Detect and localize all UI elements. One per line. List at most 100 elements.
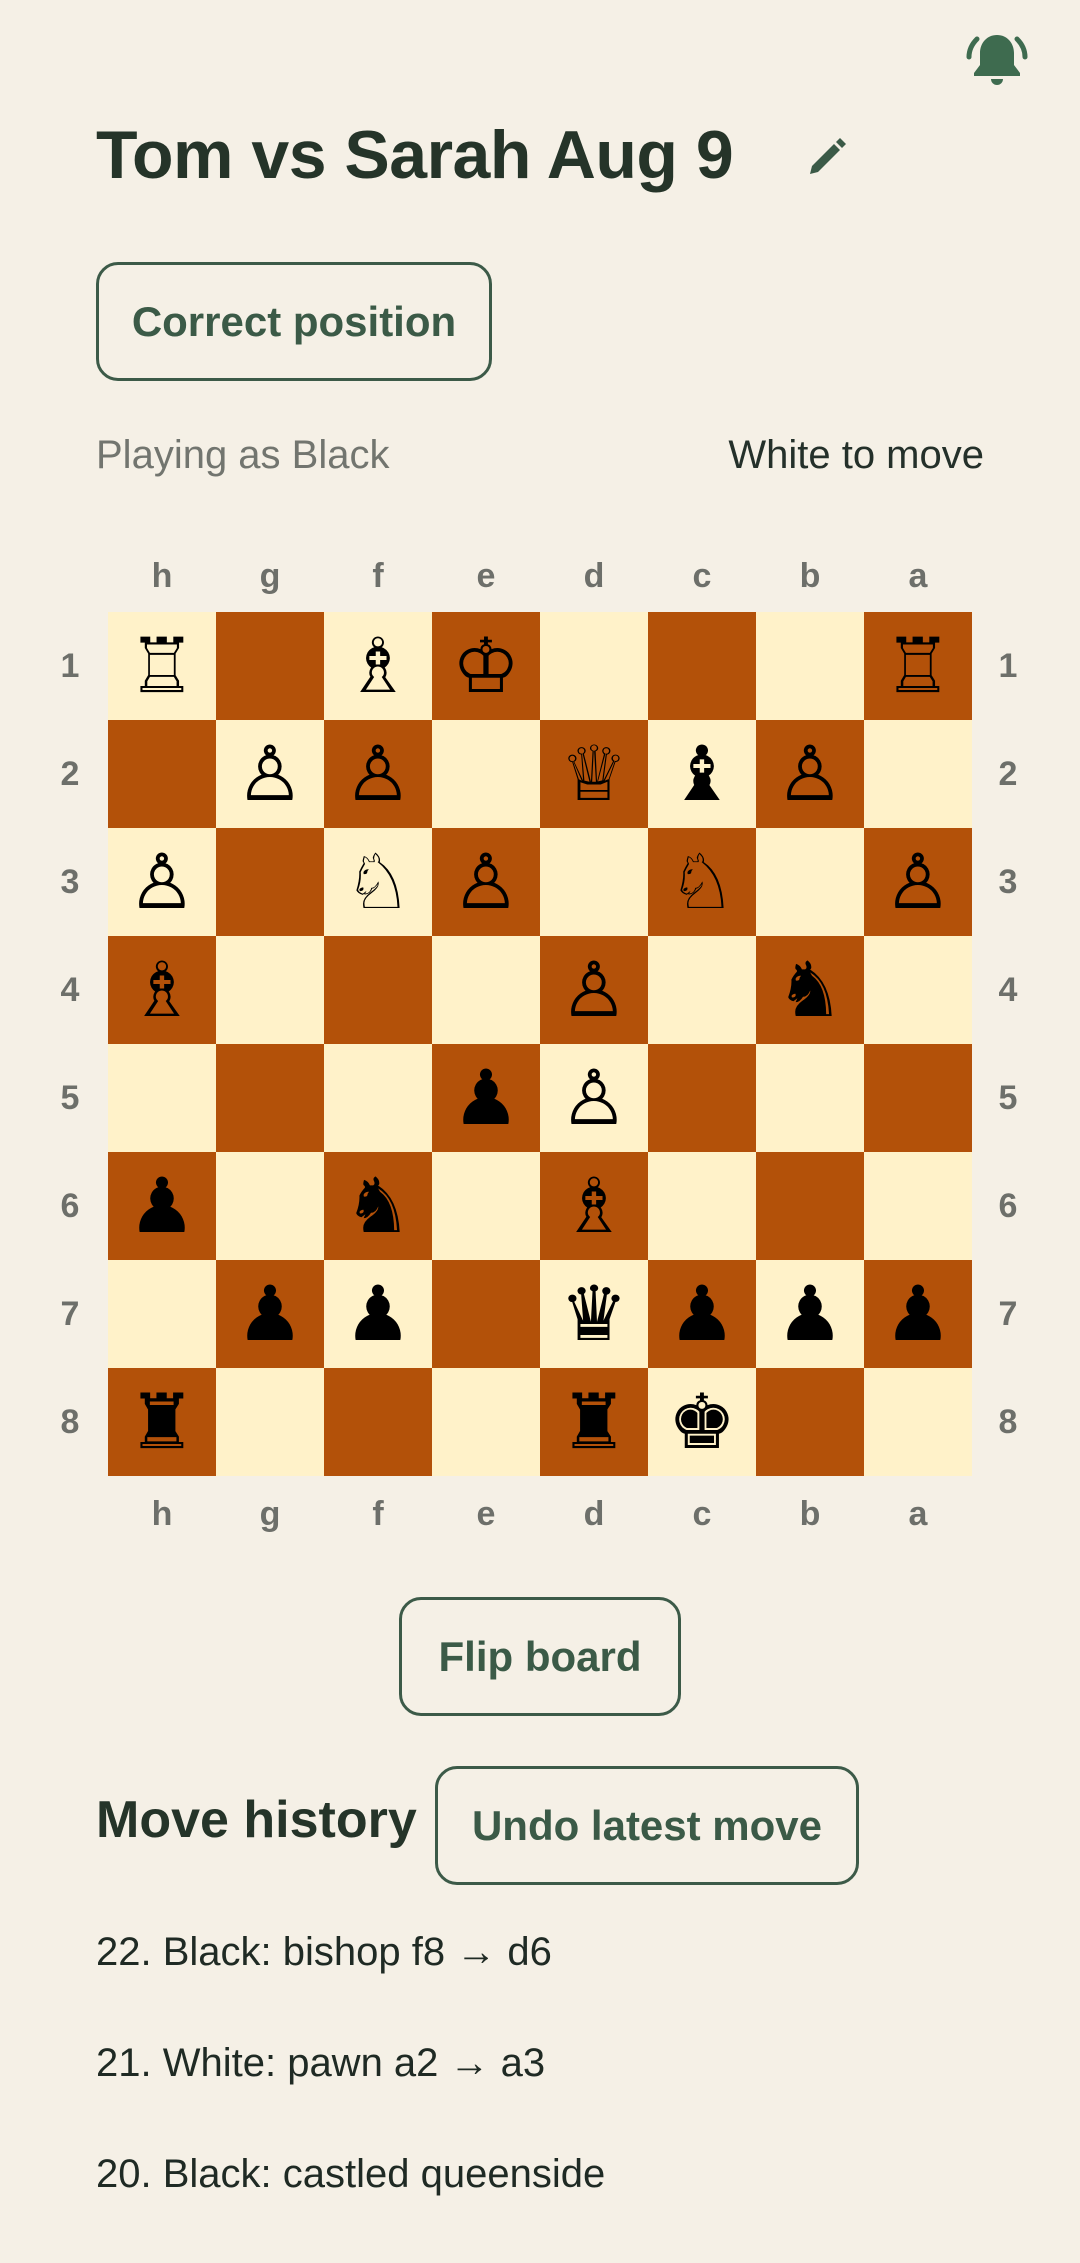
undo-latest-move-button[interactable]: Undo latest move: [435, 1766, 859, 1885]
chess-piece[interactable]: ♞: [344, 1168, 412, 1244]
board-square[interactable]: [324, 936, 432, 1044]
board-square[interactable]: ♚: [648, 1368, 756, 1476]
board-square[interactable]: ♛: [540, 1260, 648, 1368]
board-square[interactable]: [756, 828, 864, 936]
board-square[interactable]: [432, 1260, 540, 1368]
board-square[interactable]: ♟: [324, 1260, 432, 1368]
board-square[interactable]: [216, 1152, 324, 1260]
board-square[interactable]: [648, 612, 756, 720]
board-square[interactable]: [756, 1152, 864, 1260]
chess-piece[interactable]: ♕: [560, 736, 628, 812]
board-square[interactable]: [324, 1044, 432, 1152]
chess-piece[interactable]: ♞: [776, 952, 844, 1028]
chess-piece[interactable]: ♜: [560, 1384, 628, 1460]
chess-piece[interactable]: ♗: [128, 952, 196, 1028]
board-square[interactable]: [864, 936, 972, 1044]
chess-piece[interactable]: ♙: [452, 844, 520, 920]
board-square[interactable]: ♖: [108, 612, 216, 720]
chess-piece[interactable]: ♙: [128, 844, 196, 920]
board-square[interactable]: ♝: [648, 720, 756, 828]
board-square[interactable]: [864, 1152, 972, 1260]
chess-board[interactable]: ♖ ♗ ♔ ♖ ♙ ♙ ♕ ♝ ♙ ♙ ♘ ♙ ♘ ♙ ♗ ♙ ♞ ♟ ♙ ♟ ♞ ♗ ♟ ♟ ♛ ♟ ♟ ♟ ♜ ♜ ♚: [108, 612, 972, 1476]
board-square[interactable]: [864, 1044, 972, 1152]
chess-piece[interactable]: ♟: [668, 1276, 736, 1352]
board-square[interactable]: ♗: [540, 1152, 648, 1260]
chess-piece[interactable]: ♙: [236, 736, 304, 812]
chess-piece[interactable]: ♗: [344, 628, 412, 704]
board-square[interactable]: [648, 1152, 756, 1260]
chess-piece[interactable]: ♚: [668, 1384, 736, 1460]
board-square[interactable]: ♙: [540, 1044, 648, 1152]
board-square[interactable]: ♘: [324, 828, 432, 936]
board-square[interactable]: ♙: [216, 720, 324, 828]
chess-piece[interactable]: ♙: [560, 952, 628, 1028]
board-square[interactable]: [108, 1044, 216, 1152]
chess-piece[interactable]: ♟: [884, 1276, 952, 1352]
board-square[interactable]: [432, 720, 540, 828]
board-square[interactable]: [324, 1368, 432, 1476]
chess-piece[interactable]: ♔: [452, 628, 520, 704]
chess-piece[interactable]: ♙: [884, 844, 952, 920]
board-square[interactable]: ♟: [756, 1260, 864, 1368]
board-square[interactable]: ♙: [432, 828, 540, 936]
board-square[interactable]: [108, 1260, 216, 1368]
board-square[interactable]: ♙: [108, 828, 216, 936]
chess-piece[interactable]: ♖: [128, 628, 196, 704]
board-square[interactable]: [864, 720, 972, 828]
board-square[interactable]: ♙: [540, 936, 648, 1044]
chess-piece[interactable]: ♙: [560, 1060, 628, 1136]
board-square[interactable]: [648, 1044, 756, 1152]
board-square[interactable]: [216, 936, 324, 1044]
board-square[interactable]: ♟: [216, 1260, 324, 1368]
board-square[interactable]: ♙: [756, 720, 864, 828]
chess-piece[interactable]: ♙: [776, 736, 844, 812]
board-square[interactable]: [756, 1368, 864, 1476]
board-square[interactable]: [432, 1152, 540, 1260]
board-square[interactable]: ♗: [324, 612, 432, 720]
board-square[interactable]: ♟: [648, 1260, 756, 1368]
board-square[interactable]: ♞: [324, 1152, 432, 1260]
board-square[interactable]: [108, 720, 216, 828]
board-square[interactable]: ♟: [864, 1260, 972, 1368]
board-square[interactable]: [864, 1368, 972, 1476]
board-square[interactable]: ♘: [648, 828, 756, 936]
board-square[interactable]: ♙: [324, 720, 432, 828]
board-square[interactable]: ♟: [108, 1152, 216, 1260]
chess-piece[interactable]: ♙: [344, 736, 412, 812]
chess-piece[interactable]: ♘: [668, 844, 736, 920]
chess-piece[interactable]: ♝: [668, 736, 736, 812]
chess-piece[interactable]: ♜: [128, 1384, 196, 1460]
board-square[interactable]: ♞: [756, 936, 864, 1044]
chess-piece[interactable]: ♖: [884, 628, 952, 704]
board-square[interactable]: [540, 828, 648, 936]
chess-piece[interactable]: ♟: [344, 1276, 412, 1352]
board-square[interactable]: [216, 828, 324, 936]
board-square[interactable]: [756, 612, 864, 720]
board-square[interactable]: ♔: [432, 612, 540, 720]
chess-piece[interactable]: ♗: [560, 1168, 628, 1244]
board-square[interactable]: [216, 1368, 324, 1476]
board-square[interactable]: [216, 612, 324, 720]
board-square[interactable]: ♕: [540, 720, 648, 828]
flip-board-button[interactable]: Flip board: [399, 1597, 681, 1716]
correct-position-button[interactable]: Correct position: [96, 262, 492, 381]
chess-piece[interactable]: ♟: [128, 1168, 196, 1244]
board-square[interactable]: ♙: [864, 828, 972, 936]
board-square[interactable]: ♖: [864, 612, 972, 720]
board-square[interactable]: [432, 1368, 540, 1476]
board-square[interactable]: [648, 936, 756, 1044]
chess-piece[interactable]: ♟: [236, 1276, 304, 1352]
chess-piece[interactable]: ♟: [452, 1060, 520, 1136]
board-square[interactable]: ♜: [540, 1368, 648, 1476]
board-square[interactable]: [756, 1044, 864, 1152]
bell-icon[interactable]: [963, 25, 1031, 93]
board-square[interactable]: [540, 612, 648, 720]
chess-piece[interactable]: ♘: [344, 844, 412, 920]
board-square[interactable]: [432, 936, 540, 1044]
chess-piece[interactable]: ♟: [776, 1276, 844, 1352]
board-square[interactable]: ♜: [108, 1368, 216, 1476]
board-square[interactable]: ♟: [432, 1044, 540, 1152]
chess-piece[interactable]: ♛: [560, 1276, 628, 1352]
board-square[interactable]: [216, 1044, 324, 1152]
board-square[interactable]: ♗: [108, 936, 216, 1044]
